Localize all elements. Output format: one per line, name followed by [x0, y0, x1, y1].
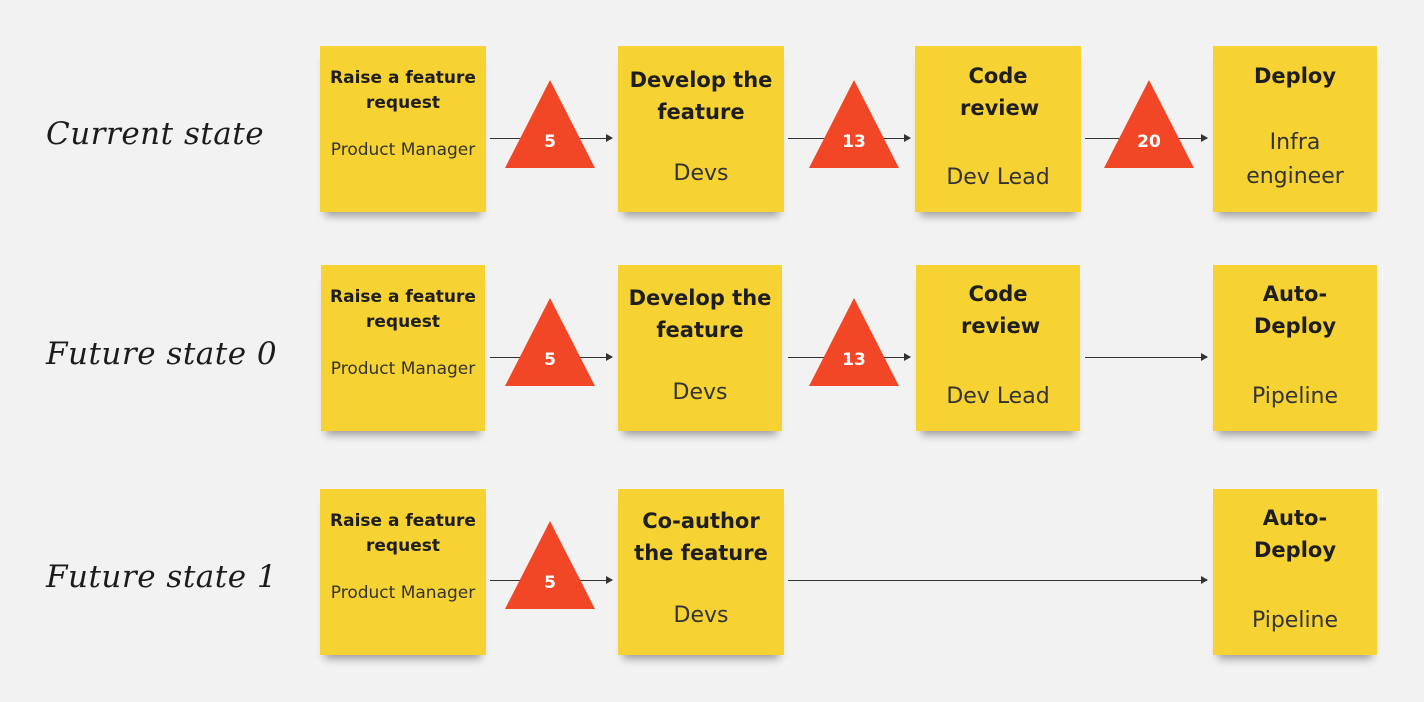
step-title: Develop the feature	[629, 68, 773, 124]
sticky-note-code-review[interactable]: Code review Dev Lead	[915, 46, 1081, 212]
delay-value: 5	[544, 573, 556, 593]
step-title: Raise a feature request	[330, 68, 476, 113]
delay-triangle[interactable]: 13	[809, 298, 899, 386]
sticky-note-develop[interactable]: Develop the feature Devs	[618, 46, 784, 212]
delay-value: 5	[544, 132, 556, 152]
step-role: Devs	[672, 380, 728, 405]
delay-triangle[interactable]: 13	[809, 80, 899, 168]
step-title: Deploy	[1253, 64, 1337, 88]
step-title: Auto-Deploy	[1253, 506, 1337, 562]
step-role: Product Manager	[330, 140, 476, 160]
step-role: Pipeline	[1251, 608, 1339, 633]
warning-triangle-icon	[505, 521, 595, 609]
connector-arrow	[1085, 353, 1208, 361]
warning-triangle-icon	[809, 80, 899, 168]
delay-value: 13	[842, 350, 866, 370]
delay-triangle[interactable]: 5	[505, 521, 595, 609]
row-label-current-state: Current state	[46, 116, 265, 152]
sticky-note-auto-deploy[interactable]: Auto-Deploy Pipeline	[1213, 265, 1377, 431]
step-role: Devs	[673, 161, 729, 186]
sticky-note-raise-request[interactable]: Raise a feature request Product Manager	[321, 265, 485, 431]
step-title: Code review	[960, 64, 1040, 120]
sticky-note-auto-deploy[interactable]: Auto-Deploy Pipeline	[1213, 489, 1377, 655]
delay-value: 20	[1137, 132, 1161, 152]
step-title: Co-author the feature	[634, 509, 768, 565]
delay-triangle[interactable]: 20	[1104, 80, 1194, 168]
sticky-note-raise-request[interactable]: Raise a feature request Product Manager	[320, 489, 486, 655]
delay-value: 5	[544, 350, 556, 370]
delay-value: 13	[842, 132, 866, 152]
step-title: Develop the feature	[628, 286, 772, 342]
delay-triangle[interactable]: 5	[505, 80, 595, 168]
step-role: Product Manager	[330, 359, 476, 379]
step-role: Dev Lead	[946, 165, 1050, 190]
sticky-note-raise-request[interactable]: Raise a feature request Product Manager	[320, 46, 486, 212]
row-label-future-state-0: Future state 0	[46, 336, 278, 372]
step-role: Infra engineer	[1246, 130, 1344, 189]
sticky-note-code-review[interactable]: Code review Dev Lead	[916, 265, 1080, 431]
row-label-future-state-1: Future state 1	[46, 559, 278, 595]
warning-triangle-icon	[505, 80, 595, 168]
sticky-note-develop[interactable]: Develop the feature Devs	[618, 265, 782, 431]
delay-triangle[interactable]: 5	[505, 298, 595, 386]
sticky-note-co-author[interactable]: Co-author the feature Devs	[618, 489, 784, 655]
warning-triangle-icon	[505, 298, 595, 386]
step-title: Code review	[961, 282, 1041, 338]
step-title: Auto-Deploy	[1253, 282, 1337, 338]
step-role: Pipeline	[1251, 384, 1339, 409]
step-role: Product Manager	[330, 583, 476, 603]
step-role: Devs	[673, 603, 729, 628]
sticky-note-deploy[interactable]: Deploy Infra engineer	[1213, 46, 1377, 212]
step-title: Raise a feature request	[330, 287, 476, 332]
step-title: Raise a feature request	[330, 511, 476, 556]
warning-triangle-icon	[1104, 80, 1194, 168]
step-role: Dev Lead	[946, 384, 1050, 409]
warning-triangle-icon	[809, 298, 899, 386]
connector-arrow	[788, 576, 1208, 584]
